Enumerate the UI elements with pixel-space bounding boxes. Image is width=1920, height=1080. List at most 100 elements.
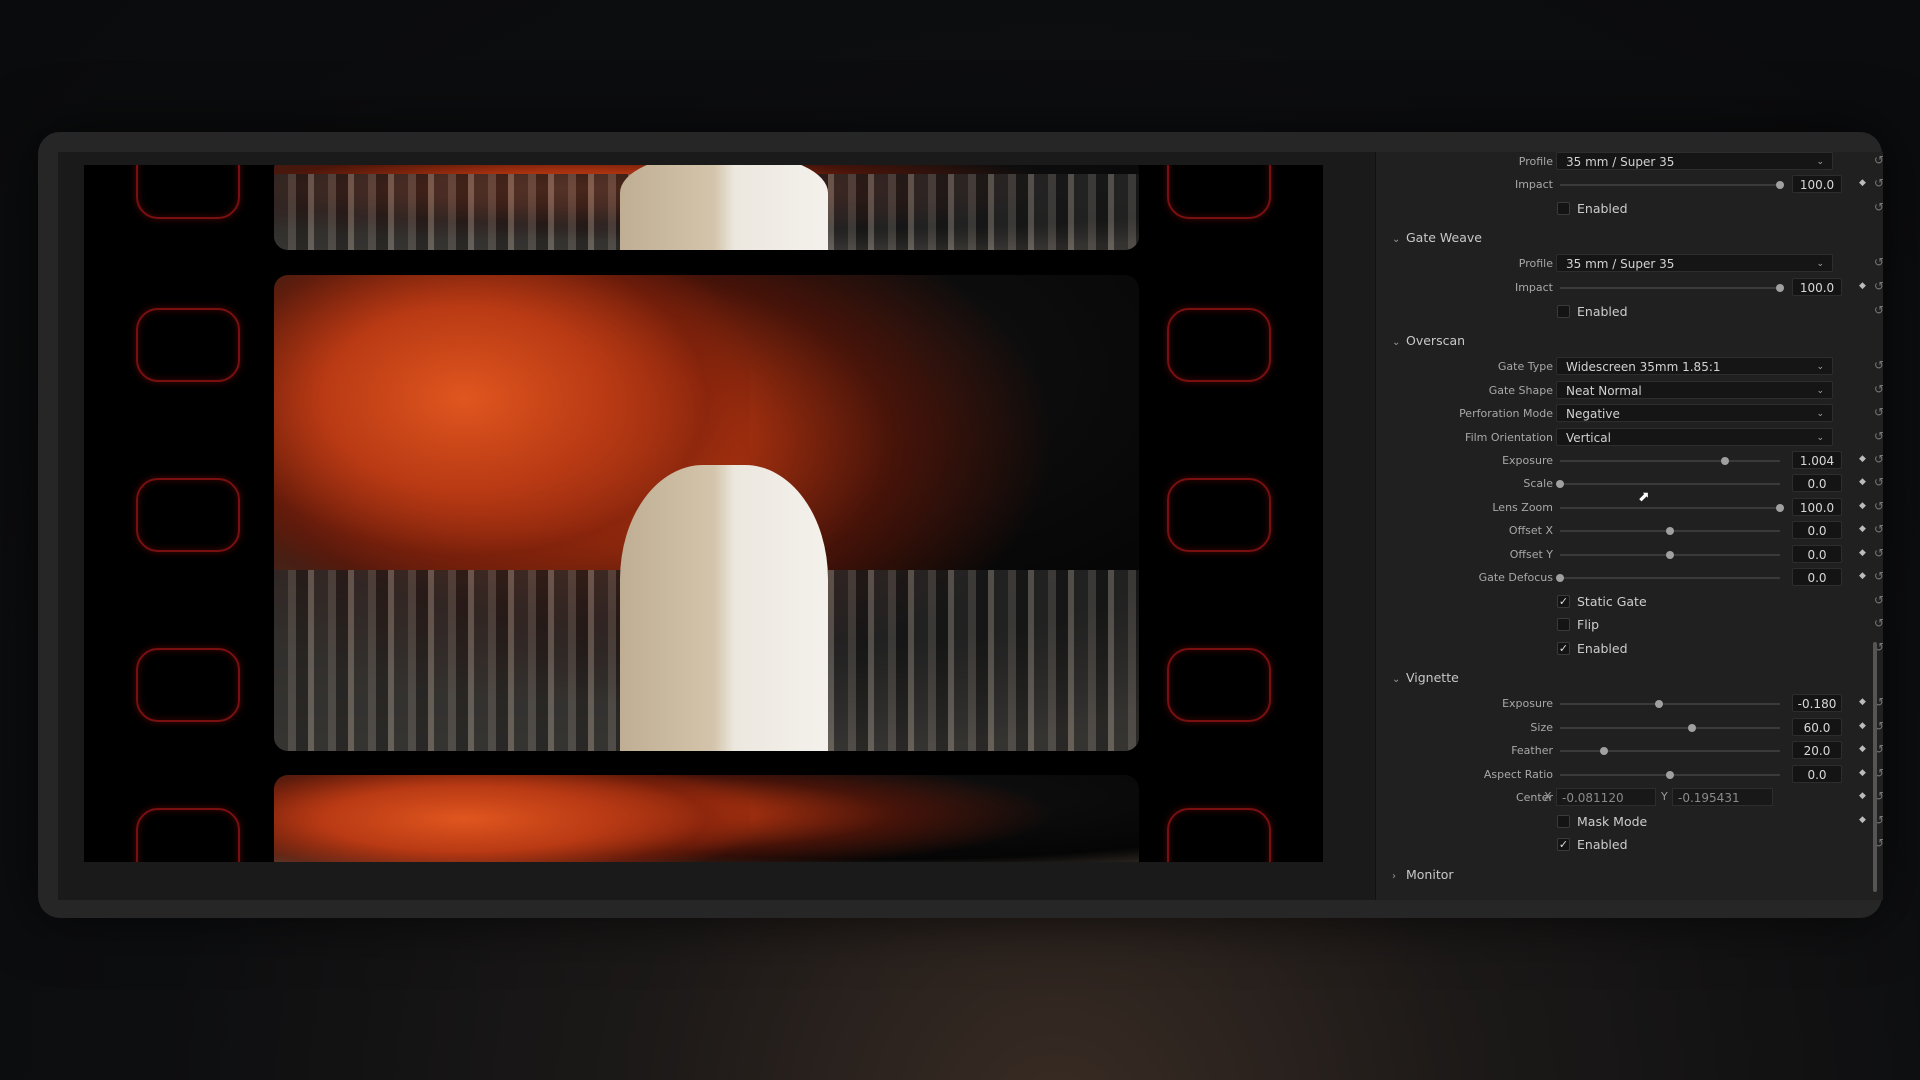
keyframe-diamond-icon[interactable]: ◆ <box>1859 454 1866 464</box>
perforation-right <box>1167 478 1271 552</box>
keyframe-diamond-icon[interactable]: ◆ <box>1859 178 1866 188</box>
impact-row: Impact 100.0 ◆ ↺ <box>1376 173 1883 197</box>
keyframe-diamond-icon[interactable]: ◆ <box>1859 477 1866 487</box>
offset-y-slider[interactable] <box>1560 551 1780 559</box>
static-gate-checkbox[interactable]: ✓ <box>1557 595 1570 608</box>
section-header-gate-weave[interactable]: ⌄ Gate Weave <box>1376 225 1883 249</box>
gate-defocus-value-field[interactable]: 0.0 <box>1792 568 1842 586</box>
profile-row: Profile 35 mm / Super 35⌄ ↺ <box>1376 152 1883 174</box>
reset-icon[interactable]: ↺ <box>1874 616 1883 630</box>
keyframe-diamond-icon[interactable]: ◆ <box>1859 815 1866 825</box>
perforation-mode-dropdown[interactable]: Negative ⌄ <box>1556 404 1833 422</box>
keyframe-diamond-icon[interactable]: ◆ <box>1859 721 1866 731</box>
keyframe-diamond-icon[interactable]: ◆ <box>1859 281 1866 291</box>
center-y-field[interactable]: -0.195431 <box>1672 788 1773 806</box>
section-header-overscan[interactable]: ⌄ Overscan <box>1376 328 1883 352</box>
size-value-field[interactable]: 60.0 <box>1792 718 1842 736</box>
slider-knob[interactable] <box>1556 574 1564 582</box>
keyframe-diamond-icon[interactable]: ◆ <box>1859 548 1866 558</box>
slider-knob[interactable] <box>1688 724 1696 732</box>
offset-x-row: Offset X 0.0 ◆ ↺ <box>1376 519 1883 543</box>
aspect-ratio-value-field[interactable]: 0.0 <box>1792 765 1842 783</box>
enabled-checkbox[interactable] <box>1557 305 1570 318</box>
profile-dropdown[interactable]: 35 mm / Super 35 ⌄ <box>1556 152 1833 170</box>
impact-slider[interactable] <box>1560 284 1784 292</box>
slider-knob[interactable] <box>1666 771 1674 779</box>
mask-mode-checkbox[interactable] <box>1557 815 1570 828</box>
lens-zoom-value-field[interactable]: 100.0 <box>1792 498 1842 516</box>
keyframe-diamond-icon[interactable]: ◆ <box>1859 571 1866 581</box>
reset-icon[interactable]: ↺ <box>1874 475 1883 489</box>
reset-icon[interactable]: ↺ <box>1874 200 1883 214</box>
enabled-checkbox[interactable]: ✓ <box>1557 838 1570 851</box>
keyframe-diamond-icon[interactable]: ◆ <box>1859 501 1866 511</box>
slider-knob[interactable] <box>1776 284 1784 292</box>
offset-y-value-field[interactable]: 0.0 <box>1792 545 1842 563</box>
reset-icon[interactable]: ↺ <box>1874 569 1883 583</box>
reset-icon[interactable]: ↺ <box>1874 153 1883 167</box>
reset-icon[interactable]: ↺ <box>1874 499 1883 513</box>
aspect-ratio-slider[interactable] <box>1560 771 1780 779</box>
video-viewer[interactable] <box>58 152 1375 900</box>
enabled-checkbox[interactable]: ✓ <box>1557 642 1570 655</box>
mouse-cursor-icon: ⬈ <box>1638 489 1650 505</box>
slider-knob[interactable] <box>1556 480 1564 488</box>
section-header-monitor[interactable]: › Monitor <box>1376 862 1883 886</box>
chevron-down-icon: ⌄ <box>1816 259 1824 269</box>
panel-scrollbar[interactable] <box>1873 642 1877 892</box>
enabled-checkbox[interactable] <box>1557 202 1570 215</box>
slider-knob[interactable] <box>1721 457 1729 465</box>
exposure-value-field[interactable]: -0.180 <box>1792 694 1842 712</box>
slider-knob[interactable] <box>1666 551 1674 559</box>
film-orientation-row: Film Orientation Vertical⌄ ↺ <box>1376 426 1883 450</box>
reset-icon[interactable]: ↺ <box>1874 452 1883 466</box>
offset-x-slider[interactable] <box>1560 527 1780 535</box>
slider-knob[interactable] <box>1776 504 1784 512</box>
reset-icon[interactable]: ↺ <box>1874 255 1883 269</box>
gate-defocus-slider[interactable] <box>1556 574 1780 582</box>
reset-icon[interactable]: ↺ <box>1874 279 1883 293</box>
lens-zoom-slider[interactable] <box>1560 504 1784 512</box>
slider-knob[interactable] <box>1600 747 1608 755</box>
film-orientation-dropdown[interactable]: Vertical ⌄ <box>1556 428 1833 446</box>
reset-icon[interactable]: ↺ <box>1874 593 1883 607</box>
slider-knob[interactable] <box>1655 700 1663 708</box>
gate-type-dropdown[interactable]: Widescreen 35mm 1.85:1 ⌄ <box>1556 357 1833 375</box>
reset-icon[interactable]: ↺ <box>1874 382 1883 396</box>
gate-shape-dropdown[interactable]: Neat Normal ⌄ <box>1556 381 1833 399</box>
scale-value-field[interactable]: 0.0 <box>1792 474 1842 492</box>
center-x-label: X <box>1544 790 1552 803</box>
reset-icon[interactable]: ↺ <box>1874 358 1883 372</box>
impact-value-field[interactable]: 100.0 <box>1792 175 1842 193</box>
keyframe-diamond-icon[interactable]: ◆ <box>1859 697 1866 707</box>
offset-x-value-field[interactable]: 0.0 <box>1792 521 1842 539</box>
keyframe-diamond-icon[interactable]: ◆ <box>1859 524 1866 534</box>
exposure-value-field[interactable]: 1.004 <box>1792 451 1842 469</box>
reset-icon[interactable]: ↺ <box>1874 405 1883 419</box>
reset-icon[interactable]: ↺ <box>1874 522 1883 536</box>
impact-slider[interactable] <box>1560 181 1784 189</box>
center-x-field[interactable]: -0.081120 <box>1556 788 1656 806</box>
keyframe-diamond-icon[interactable]: ◆ <box>1859 768 1866 778</box>
feather-slider[interactable] <box>1560 747 1780 755</box>
keyframe-diamond-icon[interactable]: ◆ <box>1859 744 1866 754</box>
exposure-slider[interactable] <box>1560 700 1780 708</box>
impact-value-field[interactable]: 100.0 <box>1792 278 1842 296</box>
reset-icon[interactable]: ↺ <box>1874 176 1883 190</box>
reset-icon[interactable]: ↺ <box>1874 546 1883 560</box>
feather-value-field[interactable]: 20.0 <box>1792 741 1842 759</box>
exposure-slider[interactable] <box>1560 457 1780 465</box>
reset-icon[interactable]: ↺ <box>1874 429 1883 443</box>
reset-icon[interactable]: ↺ <box>1874 303 1883 317</box>
size-slider[interactable] <box>1560 724 1780 732</box>
enabled-label: Enabled <box>1577 837 1628 852</box>
keyframe-diamond-icon[interactable]: ◆ <box>1859 791 1866 801</box>
flip-checkbox[interactable] <box>1557 618 1570 631</box>
slider-knob[interactable] <box>1776 181 1784 189</box>
section-header-vignette[interactable]: ⌄ Vignette <box>1376 665 1883 689</box>
profile-dropdown[interactable]: 35 mm / Super 35 ⌄ <box>1556 254 1833 272</box>
vignette-feather-row: Feather 20.0 ◆ ↺ <box>1376 739 1883 763</box>
vignette-center-row: Center X -0.081120 Y -0.195431 ◆ ↺ <box>1376 786 1883 810</box>
slider-knob[interactable] <box>1666 527 1674 535</box>
scale-slider[interactable] <box>1556 480 1780 488</box>
